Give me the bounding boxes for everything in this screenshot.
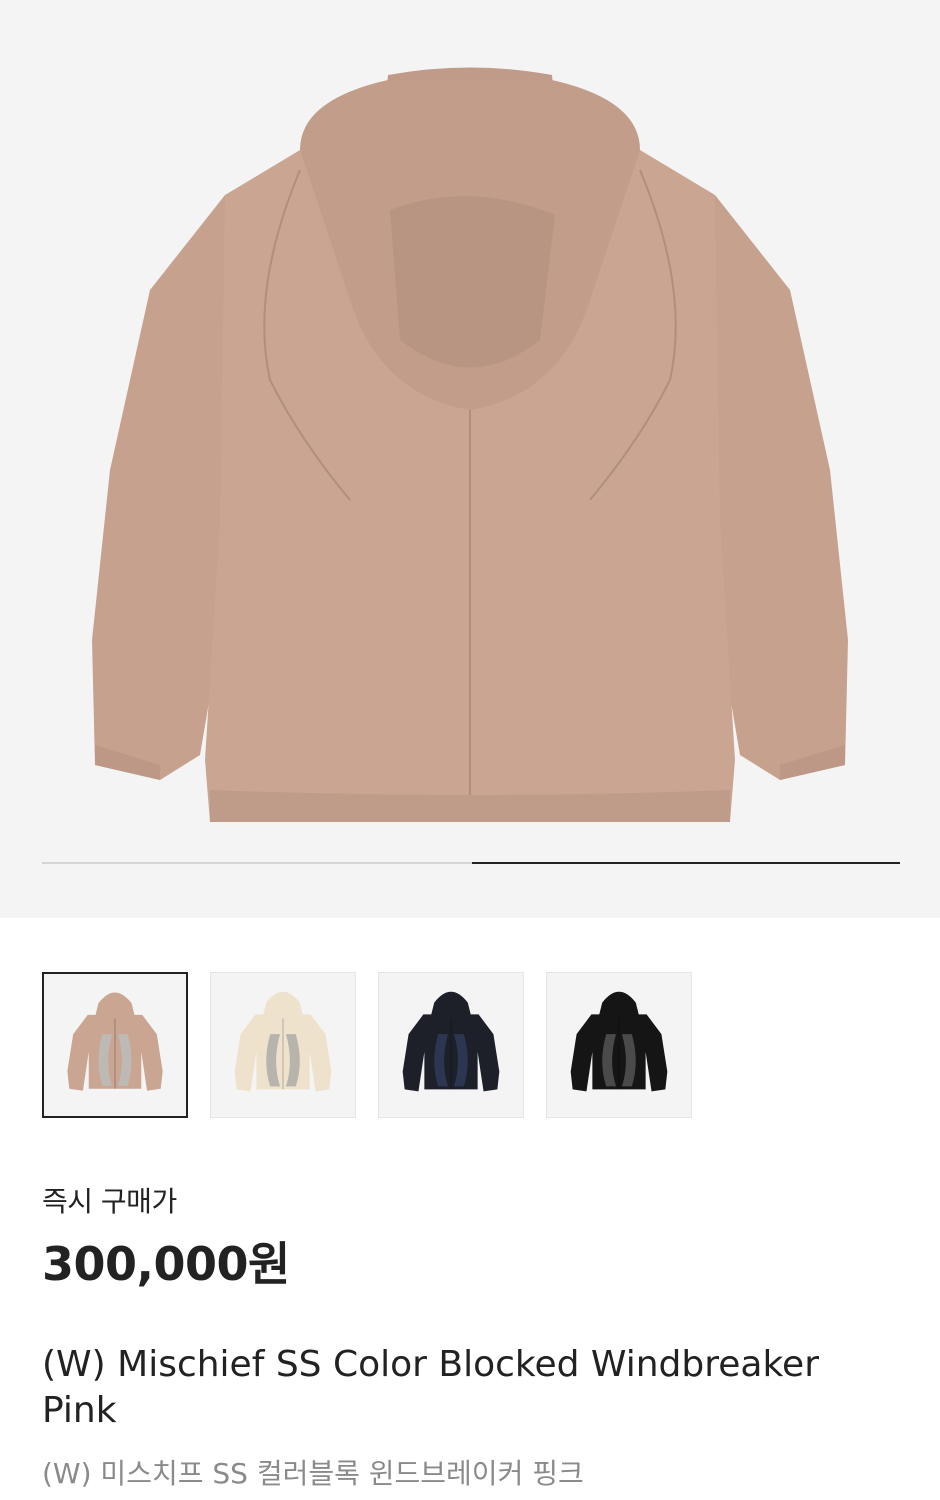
product-image-carousel[interactable]	[0, 0, 940, 918]
thumbnail-3[interactable]	[378, 972, 524, 1118]
instant-buy-price-label: 즉시 구매가	[42, 1185, 177, 1218]
carousel-progress-track	[42, 862, 900, 864]
instant-buy-price: 300,000원	[42, 1237, 290, 1291]
thumbnail-2[interactable]	[210, 972, 356, 1118]
color-variant-thumbnails	[42, 972, 692, 1118]
carousel-progress-indicator	[472, 862, 900, 864]
jacket-pink-thumbnail	[67, 992, 163, 1091]
jacket-black-thumbnail	[570, 991, 668, 1092]
jacket-back-image	[92, 67, 848, 822]
thumbnail-4[interactable]	[546, 972, 692, 1118]
product-name-english: (W) Mischief SS Color Blocked Windbreake…	[42, 1344, 819, 1431]
jacket-cream-thumbnail	[234, 991, 332, 1092]
product-name-korean: (W) 미스치프 SS 컬러블록 윈드브레이커 핑크	[42, 1457, 584, 1490]
jacket-navy-thumbnail	[402, 991, 500, 1092]
thumbnail-1[interactable]	[42, 972, 188, 1118]
